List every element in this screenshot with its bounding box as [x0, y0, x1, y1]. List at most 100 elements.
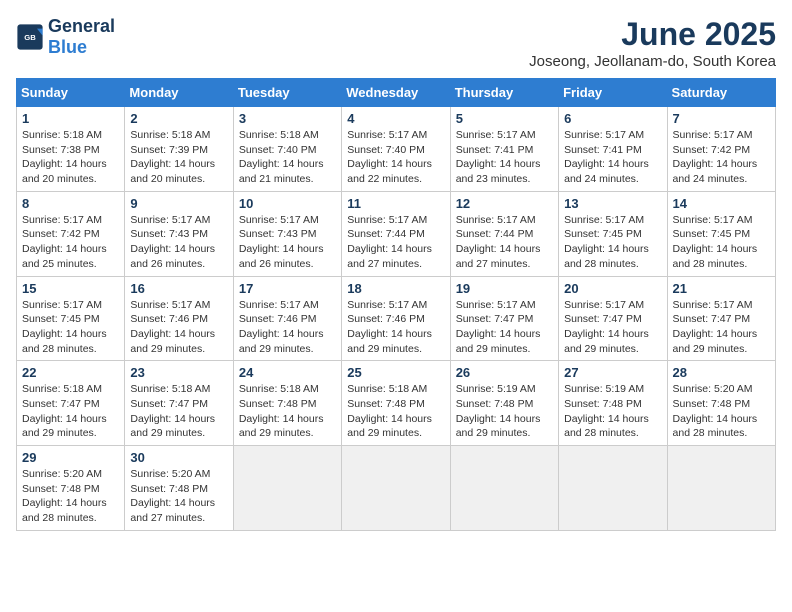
- day-number: 23: [130, 365, 227, 380]
- svg-text:GB: GB: [24, 33, 36, 42]
- day-number: 8: [22, 196, 119, 211]
- week-row-4: 22Sunrise: 5:18 AM Sunset: 7:47 PM Dayli…: [17, 361, 776, 446]
- day-number: 3: [239, 111, 336, 126]
- day-cell: 14 Sunrise: 5:17 AM Sunset: 7:45 PM Dayli…: [667, 191, 775, 276]
- day-number: 6: [564, 111, 661, 126]
- day-cell: 1 Sunrise: 5:18 AM Sunset: 7:38 PM Daylig…: [17, 107, 125, 192]
- day-cell: 28 Sunrise: 5:20 AM Sunset: 7:48 PM Dayli…: [667, 361, 775, 446]
- day-number: 18: [347, 281, 444, 296]
- day-number: 25: [347, 365, 444, 380]
- logo-text: General Blue: [48, 16, 115, 58]
- day-cell: 25Sunrise: 5:18 AM Sunset: 7:48 PM Dayli…: [342, 361, 450, 446]
- day-cell: 17 Sunrise: 5:17 AM Sunset: 7:46 PM Dayli…: [233, 276, 341, 361]
- day-info: Sunrise: 5:18 AM Sunset: 7:39 PM Dayligh…: [130, 128, 227, 187]
- day-number: 16: [130, 281, 227, 296]
- day-cell: 15 Sunrise: 5:17 AM Sunset: 7:45 PM Dayli…: [17, 276, 125, 361]
- day-number: 11: [347, 196, 444, 211]
- day-info: Sunrise: 5:18 AM Sunset: 7:47 PM Dayligh…: [22, 382, 119, 441]
- day-info: Sunrise: 5:17 AM Sunset: 7:44 PM Dayligh…: [347, 213, 444, 272]
- day-info: Sunrise: 5:19 AM Sunset: 7:48 PM Dayligh…: [564, 382, 661, 441]
- day-number: 26: [456, 365, 553, 380]
- day-number: 15: [22, 281, 119, 296]
- day-cell: 6 Sunrise: 5:17 AM Sunset: 7:41 PM Daylig…: [559, 107, 667, 192]
- day-info: Sunrise: 5:18 AM Sunset: 7:48 PM Dayligh…: [239, 382, 336, 441]
- day-cell: 27 Sunrise: 5:19 AM Sunset: 7:48 PM Dayli…: [559, 361, 667, 446]
- day-number: 20: [564, 281, 661, 296]
- day-cell: 21 Sunrise: 5:17 AM Sunset: 7:47 PM Dayli…: [667, 276, 775, 361]
- day-number: 27: [564, 365, 661, 380]
- day-cell: 22Sunrise: 5:18 AM Sunset: 7:47 PM Dayli…: [17, 361, 125, 446]
- day-cell: 9 Sunrise: 5:17 AM Sunset: 7:43 PM Daylig…: [125, 191, 233, 276]
- day-cell: 7Sunrise: 5:17 AM Sunset: 7:42 PM Daylig…: [667, 107, 775, 192]
- day-cell: 2 Sunrise: 5:18 AM Sunset: 7:39 PM Daylig…: [125, 107, 233, 192]
- day-number: 9: [130, 196, 227, 211]
- logo-blue: Blue: [48, 37, 87, 57]
- day-info: Sunrise: 5:17 AM Sunset: 7:41 PM Dayligh…: [564, 128, 661, 187]
- day-cell: 26 Sunrise: 5:19 AM Sunset: 7:48 PM Dayli…: [450, 361, 558, 446]
- header-cell-wednesday: Wednesday: [342, 79, 450, 107]
- location-title: Joseong, Jeollanam-do, South Korea: [529, 53, 776, 70]
- header-row: SundayMondayTuesdayWednesdayThursdayFrid…: [17, 79, 776, 107]
- day-cell: 20Sunrise: 5:17 AM Sunset: 7:47 PM Dayli…: [559, 276, 667, 361]
- day-number: 12: [456, 196, 553, 211]
- header-cell-tuesday: Tuesday: [233, 79, 341, 107]
- day-info: Sunrise: 5:17 AM Sunset: 7:46 PM Dayligh…: [239, 298, 336, 357]
- calendar-table: SundayMondayTuesdayWednesdayThursdayFrid…: [16, 78, 776, 531]
- logo: GB General Blue: [16, 16, 115, 58]
- day-cell: 19 Sunrise: 5:17 AM Sunset: 7:47 PM Dayli…: [450, 276, 558, 361]
- day-info: Sunrise: 5:20 AM Sunset: 7:48 PM Dayligh…: [673, 382, 770, 441]
- day-number: 19: [456, 281, 553, 296]
- day-cell: [450, 446, 558, 531]
- header-cell-thursday: Thursday: [450, 79, 558, 107]
- day-number: 13: [564, 196, 661, 211]
- day-number: 17: [239, 281, 336, 296]
- day-cell: 5Sunrise: 5:17 AM Sunset: 7:41 PM Daylig…: [450, 107, 558, 192]
- header-cell-friday: Friday: [559, 79, 667, 107]
- week-row-2: 8 Sunrise: 5:17 AM Sunset: 7:42 PM Daylig…: [17, 191, 776, 276]
- day-cell: 30 Sunrise: 5:20 AM Sunset: 7:48 PM Dayli…: [125, 446, 233, 531]
- day-info: Sunrise: 5:17 AM Sunset: 7:47 PM Dayligh…: [456, 298, 553, 357]
- day-cell: 11 Sunrise: 5:17 AM Sunset: 7:44 PM Dayli…: [342, 191, 450, 276]
- day-cell: [233, 446, 341, 531]
- day-cell: 13 Sunrise: 5:17 AM Sunset: 7:45 PM Dayli…: [559, 191, 667, 276]
- day-cell: 29Sunrise: 5:20 AM Sunset: 7:48 PM Dayli…: [17, 446, 125, 531]
- day-info: Sunrise: 5:19 AM Sunset: 7:48 PM Dayligh…: [456, 382, 553, 441]
- day-number: 24: [239, 365, 336, 380]
- day-number: 30: [130, 450, 227, 465]
- week-row-3: 15 Sunrise: 5:17 AM Sunset: 7:45 PM Dayli…: [17, 276, 776, 361]
- day-info: Sunrise: 5:17 AM Sunset: 7:45 PM Dayligh…: [22, 298, 119, 357]
- week-row-5: 29Sunrise: 5:20 AM Sunset: 7:48 PM Dayli…: [17, 446, 776, 531]
- day-cell: 4 Sunrise: 5:17 AM Sunset: 7:40 PM Daylig…: [342, 107, 450, 192]
- day-info: Sunrise: 5:17 AM Sunset: 7:45 PM Dayligh…: [673, 213, 770, 272]
- day-info: Sunrise: 5:18 AM Sunset: 7:40 PM Dayligh…: [239, 128, 336, 187]
- day-number: 4: [347, 111, 444, 126]
- day-cell: 8 Sunrise: 5:17 AM Sunset: 7:42 PM Daylig…: [17, 191, 125, 276]
- day-cell: [559, 446, 667, 531]
- day-info: Sunrise: 5:17 AM Sunset: 7:45 PM Dayligh…: [564, 213, 661, 272]
- day-info: Sunrise: 5:17 AM Sunset: 7:46 PM Dayligh…: [130, 298, 227, 357]
- day-info: Sunrise: 5:17 AM Sunset: 7:42 PM Dayligh…: [22, 213, 119, 272]
- day-cell: 3 Sunrise: 5:18 AM Sunset: 7:40 PM Daylig…: [233, 107, 341, 192]
- day-number: 14: [673, 196, 770, 211]
- day-info: Sunrise: 5:17 AM Sunset: 7:43 PM Dayligh…: [239, 213, 336, 272]
- title-area: June 2025 Joseong, Jeollanam-do, South K…: [529, 16, 776, 70]
- header-cell-monday: Monday: [125, 79, 233, 107]
- day-info: Sunrise: 5:17 AM Sunset: 7:40 PM Dayligh…: [347, 128, 444, 187]
- day-cell: 24 Sunrise: 5:18 AM Sunset: 7:48 PM Dayli…: [233, 361, 341, 446]
- day-cell: [342, 446, 450, 531]
- day-number: 2: [130, 111, 227, 126]
- day-info: Sunrise: 5:18 AM Sunset: 7:38 PM Dayligh…: [22, 128, 119, 187]
- header-cell-saturday: Saturday: [667, 79, 775, 107]
- day-number: 28: [673, 365, 770, 380]
- day-cell: 16 Sunrise: 5:17 AM Sunset: 7:46 PM Dayli…: [125, 276, 233, 361]
- day-cell: 23 Sunrise: 5:18 AM Sunset: 7:47 PM Dayli…: [125, 361, 233, 446]
- day-info: Sunrise: 5:17 AM Sunset: 7:47 PM Dayligh…: [673, 298, 770, 357]
- day-info: Sunrise: 5:20 AM Sunset: 7:48 PM Dayligh…: [130, 467, 227, 526]
- day-info: Sunrise: 5:17 AM Sunset: 7:44 PM Dayligh…: [456, 213, 553, 272]
- day-number: 1: [22, 111, 119, 126]
- day-info: Sunrise: 5:18 AM Sunset: 7:47 PM Dayligh…: [130, 382, 227, 441]
- day-number: 21: [673, 281, 770, 296]
- day-info: Sunrise: 5:17 AM Sunset: 7:43 PM Dayligh…: [130, 213, 227, 272]
- day-info: Sunrise: 5:20 AM Sunset: 7:48 PM Dayligh…: [22, 467, 119, 526]
- header-cell-sunday: Sunday: [17, 79, 125, 107]
